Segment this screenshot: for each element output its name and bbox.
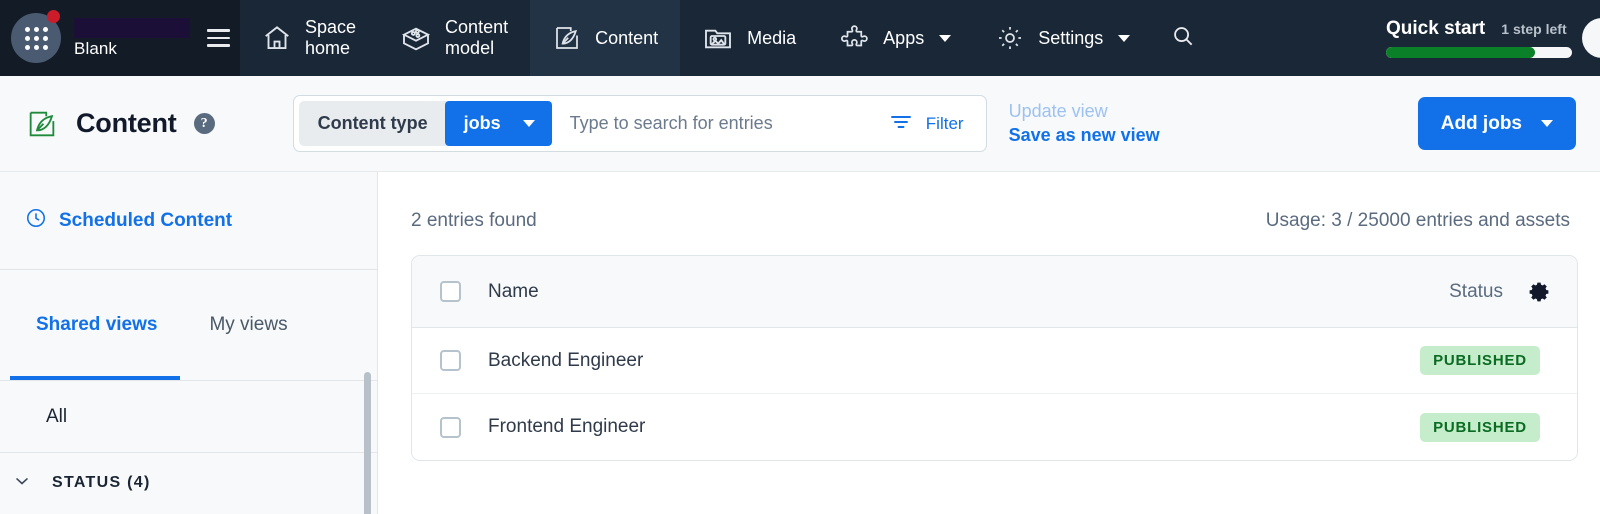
sidebar-group-status-label: STATUS (4) bbox=[52, 474, 151, 492]
row-select-cell bbox=[412, 350, 488, 371]
search-icon bbox=[1170, 23, 1196, 54]
content-type-select[interactable]: jobs bbox=[445, 101, 552, 146]
entries-meta-row: 2 entries found Usage: 3 / 25000 entries… bbox=[379, 172, 1600, 232]
tab-shared-views[interactable]: Shared views bbox=[10, 270, 183, 380]
chevron-down-icon-content-type bbox=[523, 120, 535, 127]
content-toolbar: Content ? Content type jobs Filter Updat… bbox=[0, 76, 1600, 172]
gear-icon-table bbox=[1528, 280, 1552, 304]
table-header-row: Name Status bbox=[412, 256, 1577, 328]
table-settings-button[interactable] bbox=[1503, 280, 1577, 304]
clock-icon bbox=[25, 207, 47, 234]
search-bar: Content type jobs Filter bbox=[293, 95, 987, 152]
entry-status-cell: PUBLISHED bbox=[1383, 346, 1577, 375]
nav-label-content-model: Content model bbox=[445, 17, 508, 59]
usage-info: Usage: 3 / 25000 entries and assets bbox=[1266, 210, 1570, 232]
space-name: Blank bbox=[74, 39, 196, 59]
hamburger-icon[interactable] bbox=[196, 0, 240, 76]
select-all-cell bbox=[412, 281, 488, 302]
row-select-cell bbox=[412, 417, 488, 438]
table-body: Backend EngineerPUBLISHEDFrontend Engine… bbox=[412, 328, 1577, 460]
sidebar-group-status[interactable]: STATUS (4) bbox=[0, 453, 377, 513]
table-row[interactable]: Frontend Engineer PUBLISHED bbox=[412, 394, 1577, 460]
entry-status-cell: PUBLISHED bbox=[1383, 413, 1577, 442]
app-switcher-button[interactable] bbox=[8, 10, 64, 66]
quick-start-widget[interactable]: Quick start 1 step left bbox=[1372, 0, 1582, 76]
sidebar-scrollbar[interactable] bbox=[364, 372, 371, 514]
chevron-down-icon-add bbox=[1541, 120, 1553, 127]
nav-search-button[interactable] bbox=[1152, 0, 1214, 76]
gear-icon bbox=[995, 23, 1025, 53]
top-navigation-bar: Blank Space home bbox=[0, 0, 1600, 76]
notification-dot-icon bbox=[47, 10, 60, 23]
puzzle-piece-icon bbox=[840, 23, 870, 53]
space-org-placeholder bbox=[74, 18, 190, 38]
nav-item-content[interactable]: Content bbox=[530, 0, 680, 76]
update-view-button[interactable]: Update view bbox=[1009, 101, 1160, 122]
chevron-down-icon-settings[interactable] bbox=[1118, 35, 1130, 42]
content-model-icon bbox=[400, 22, 432, 54]
nav-item-space-home[interactable]: Space home bbox=[240, 0, 378, 76]
avatar[interactable] bbox=[1582, 18, 1600, 58]
entries-table: Name Status Backend EngineerPUBLISHEDFro… bbox=[411, 255, 1578, 461]
search-input[interactable] bbox=[552, 113, 889, 134]
row-checkbox[interactable] bbox=[440, 417, 461, 438]
chevron-down-icon-status bbox=[12, 471, 32, 496]
space-selector[interactable]: Blank bbox=[0, 0, 240, 76]
page-title: Content bbox=[76, 108, 177, 139]
chevron-down-icon-apps[interactable] bbox=[939, 35, 951, 42]
add-jobs-label: Add jobs bbox=[1441, 113, 1522, 135]
scheduled-content-link[interactable]: Scheduled Content bbox=[0, 172, 377, 270]
nav-label-settings: Settings bbox=[1038, 28, 1103, 49]
view-actions: Update view Save as new view bbox=[1009, 101, 1160, 146]
help-icon[interactable]: ? bbox=[194, 113, 215, 134]
table-row[interactable]: Backend Engineer PUBLISHED bbox=[412, 328, 1577, 394]
status-badge: PUBLISHED bbox=[1420, 413, 1540, 442]
filter-label: Filter bbox=[926, 114, 964, 134]
add-jobs-button[interactable]: Add jobs bbox=[1418, 97, 1576, 150]
filter-icon bbox=[889, 111, 913, 136]
nav-item-apps[interactable]: Apps bbox=[818, 0, 973, 76]
content-type-label: Content type bbox=[299, 101, 447, 146]
entries-found-count: 2 entries found bbox=[411, 210, 537, 232]
nav-label-space-home: Space home bbox=[305, 17, 356, 59]
view-tabs: Shared views My views bbox=[0, 270, 377, 380]
space-label-column: Blank bbox=[64, 18, 196, 59]
save-as-new-view-button[interactable]: Save as new view bbox=[1009, 125, 1160, 146]
entry-name[interactable]: Frontend Engineer bbox=[488, 416, 1383, 438]
media-image-icon bbox=[702, 22, 734, 54]
content-quill-icon bbox=[552, 23, 582, 53]
filter-button[interactable]: Filter bbox=[889, 111, 981, 136]
tab-my-views[interactable]: My views bbox=[183, 270, 313, 380]
nav-item-media[interactable]: Media bbox=[680, 0, 818, 76]
nav-label-content: Content bbox=[595, 28, 658, 49]
entry-name[interactable]: Backend Engineer bbox=[488, 350, 1383, 372]
quick-start-title: Quick start bbox=[1386, 18, 1485, 40]
scheduled-content-label: Scheduled Content bbox=[59, 210, 232, 232]
column-header-name[interactable]: Name bbox=[488, 281, 1383, 303]
status-badge: PUBLISHED bbox=[1420, 346, 1540, 375]
quick-start-steps-left: 1 step left bbox=[1501, 21, 1566, 37]
account-menu[interactable] bbox=[1582, 0, 1600, 76]
views-sidebar: Scheduled Content Shared views My views … bbox=[0, 172, 378, 514]
tab-active-indicator bbox=[10, 376, 180, 380]
content-quill-icon-header bbox=[25, 107, 59, 141]
row-checkbox[interactable] bbox=[440, 350, 461, 371]
quick-start-progress-fill bbox=[1386, 47, 1535, 58]
entries-main-panel: 2 entries found Usage: 3 / 25000 entries… bbox=[379, 172, 1600, 514]
nav-item-settings[interactable]: Settings bbox=[973, 0, 1152, 76]
content-type-value: jobs bbox=[464, 113, 501, 134]
select-all-checkbox[interactable] bbox=[440, 281, 461, 302]
nav-items: Space home Content model bbox=[240, 0, 1372, 76]
quick-start-progress-bar bbox=[1386, 47, 1572, 58]
page-title-group: Content ? bbox=[0, 107, 215, 141]
home-icon bbox=[262, 23, 292, 53]
nav-label-media: Media bbox=[747, 28, 796, 49]
nav-item-content-model[interactable]: Content model bbox=[378, 0, 530, 76]
sidebar-item-all[interactable]: All bbox=[0, 381, 377, 453]
app-root: Blank Space home bbox=[0, 0, 1600, 514]
nav-label-apps: Apps bbox=[883, 28, 924, 49]
column-header-status[interactable]: Status bbox=[1383, 281, 1503, 303]
